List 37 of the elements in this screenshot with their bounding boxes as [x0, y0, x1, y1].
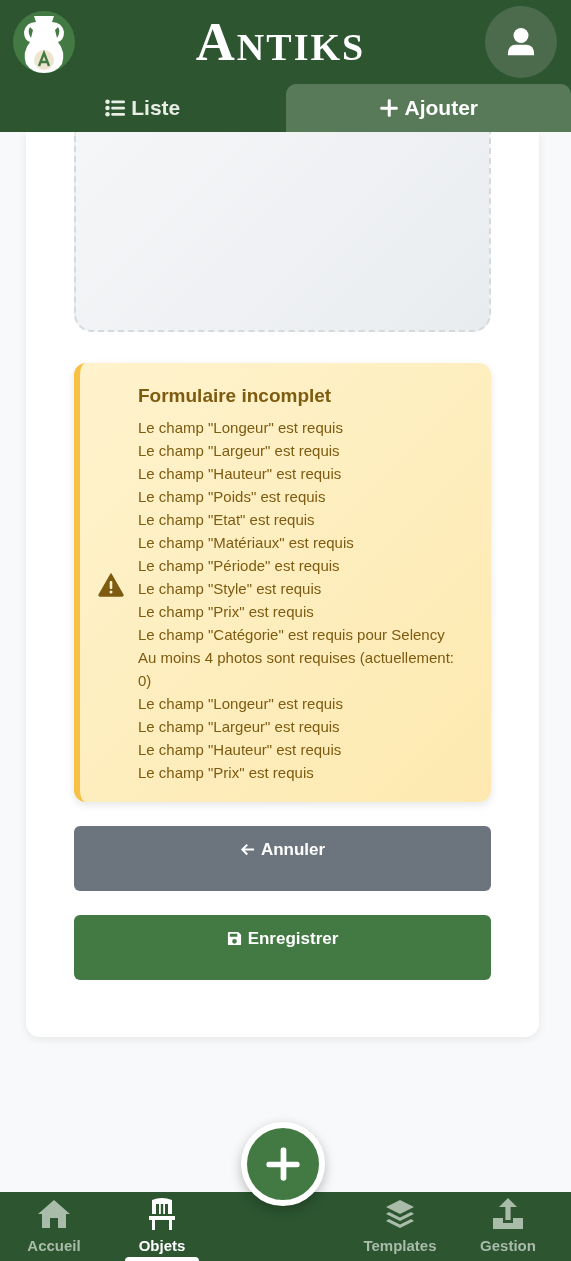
error-message: Le champ "Largeur" est requis: [138, 717, 341, 737]
tab[interactable]: Liste: [0, 84, 286, 132]
nav-item[interactable]: Gestion: [454, 1192, 562, 1261]
chair-icon: [146, 1198, 178, 1230]
error-message: Le champ "Prix" est requis: [138, 763, 315, 783]
nav-item[interactable]: Objets: [108, 1192, 216, 1261]
plus-icon: [378, 98, 399, 118]
nav-item[interactable]: Templates: [346, 1192, 454, 1261]
list-icon: [105, 98, 126, 118]
error-message: Le champ "Prix" est requis: [138, 602, 315, 622]
error-message: Le champ "Hauteur" est requis: [138, 740, 343, 760]
error-message: Le champ "Largeur" est requis: [138, 441, 341, 461]
user-icon: [506, 27, 536, 57]
app-title: Antiks: [195, 11, 366, 73]
upload-icon: [492, 1198, 524, 1230]
vase-logo-icon: [12, 10, 76, 74]
error-message: Le champ "Poids" est requis: [138, 487, 327, 507]
alert-title: Formulaire incomplet: [138, 385, 333, 407]
plus-icon: [264, 1145, 302, 1183]
error-message: Le champ "Longeur" est requis: [138, 418, 344, 438]
error-message: Le champ "Hauteur" est requis: [138, 464, 343, 484]
warning-icon: [98, 572, 124, 597]
arrow-left-icon: [239, 842, 255, 857]
cancel-button[interactable]: Annuler: [74, 826, 491, 891]
error-message: Le champ "Etat" est requis: [138, 510, 316, 530]
error-message: Le champ "Longeur" est requis: [138, 694, 344, 714]
add-button[interactable]: [241, 1122, 325, 1206]
error-message: Le champ "Matériaux" est requis: [138, 533, 355, 553]
tab[interactable]: Ajouter: [285, 84, 571, 132]
nav-item[interactable]: Accueil: [0, 1192, 108, 1261]
save-button[interactable]: Enregistrer: [74, 915, 491, 980]
home-icon: [38, 1198, 70, 1230]
error-message: Au moins 4 photos sont requises (actuellement: 0): [138, 648, 455, 691]
error-message: Le champ "Style" est requis: [138, 579, 323, 599]
layers-icon: [384, 1198, 416, 1230]
error-message: Le champ "Période" est requis: [138, 556, 341, 576]
error-message: Le champ "Catégorie" est requis pour Selency: [138, 625, 446, 645]
